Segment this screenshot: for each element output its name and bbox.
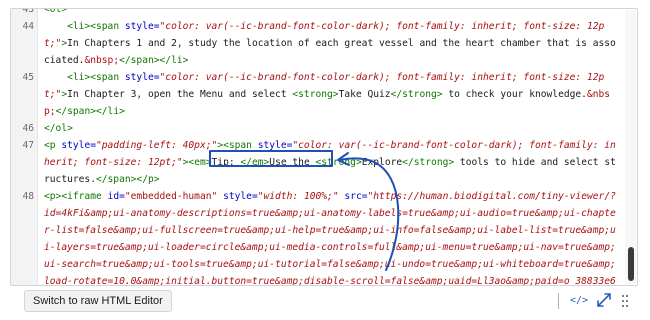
code-token: </span></li> <box>119 55 189 66</box>
line-number: 46 <box>22 123 34 134</box>
code-line-text[interactable]: <ol> <box>38 8 625 18</box>
code-token: "padding-left: 40px;" <box>95 140 218 151</box>
code-token: </ol> <box>44 123 73 134</box>
code-token: <strong> <box>292 89 339 100</box>
code-token: src= <box>344 191 368 202</box>
code-token: </em> <box>240 157 270 168</box>
code-token: &nbsp; <box>84 55 120 66</box>
code-line[interactable]: 47 <p style="padding-left: 40px;"><span s… <box>11 137 625 188</box>
code-token: <span <box>90 72 125 83</box>
line-number: 45 <box>22 72 34 83</box>
code-line[interactable]: 44 <li><span style="color: var(--ic-bran… <box>11 18 625 69</box>
code-line-text[interactable]: <p><iframe id="embedded-human" style="wi… <box>38 188 625 286</box>
code-token: style= <box>124 21 160 32</box>
line-number: 44 <box>22 21 34 32</box>
code-token: <em> <box>188 157 212 168</box>
code-token: "width: 100%;" <box>257 191 339 202</box>
editor-scrollbar-thumb[interactable] <box>628 247 634 281</box>
code-token: <p <box>44 140 62 151</box>
code-token: <p> <box>44 191 62 202</box>
code-token: style= <box>257 140 293 151</box>
code-token: Take Quiz <box>338 89 391 100</box>
code-line-text[interactable]: </ol> <box>38 120 625 137</box>
code-token: </span></p> <box>95 174 160 185</box>
code-token: Explore <box>361 157 403 168</box>
line-number: 43 <box>22 8 34 15</box>
code-token: <ol> <box>44 8 68 15</box>
code-view-icon[interactable]: </> <box>568 293 590 309</box>
code-token: style= <box>124 72 160 83</box>
code-token: "https://human.biodigital.com/tiny-viewe… <box>44 191 616 286</box>
code-line-text[interactable]: <li><span style="color: var(--ic-brand-f… <box>38 69 625 120</box>
code-token: <li> <box>67 72 91 83</box>
code-token: style= <box>61 140 96 151</box>
code-token: <span <box>223 140 258 151</box>
code-token: <span <box>90 21 125 32</box>
code-line[interactable]: 46 </ol> <box>11 120 625 137</box>
footer-divider <box>558 293 559 309</box>
code-token: <iframe <box>61 191 108 202</box>
html-code-editor[interactable]: 43 <ol> 44 <li><span style="color: var(--i… <box>10 8 638 286</box>
code-area[interactable]: 43 <ol> 44 <li><span style="color: var(--i… <box>11 9 625 285</box>
resize-drag-handle-icon[interactable] <box>621 294 629 308</box>
code-token: In Chapter 3, open the Menu and select <box>67 89 293 100</box>
fullscreen-expand-icon[interactable] <box>595 291 613 309</box>
code-token: Use the <box>269 157 316 168</box>
code-line[interactable]: 45 <li><span style="color: var(--ic-bran… <box>11 69 625 120</box>
code-line-text[interactable]: <li><span style="color: var(--ic-brand-f… <box>38 18 625 69</box>
code-token: </strong> <box>402 157 455 168</box>
code-token: Tip: <box>211 157 241 168</box>
line-number: 48 <box>22 191 34 202</box>
code-token: </span></li> <box>55 106 125 117</box>
code-line-text[interactable]: <p style="padding-left: 40px;"><span sty… <box>38 137 625 188</box>
code-token: </strong> <box>390 89 443 100</box>
code-token: "embedded-human" <box>124 191 218 202</box>
code-token: id= <box>107 191 125 202</box>
code-token: to check your knowledge. <box>442 89 587 100</box>
code-line[interactable]: 43 <ol> <box>11 8 625 18</box>
switch-raw-html-editor-button[interactable]: Switch to raw HTML Editor <box>24 290 172 312</box>
code-token: style= <box>223 191 258 202</box>
code-token: <strong> <box>315 157 362 168</box>
editor-scrollbar-track[interactable] <box>625 10 636 284</box>
line-number: 47 <box>22 140 34 151</box>
code-token: <li> <box>67 21 91 32</box>
code-line[interactable]: 48 <p><iframe id="embedded-human" style="… <box>11 188 625 286</box>
